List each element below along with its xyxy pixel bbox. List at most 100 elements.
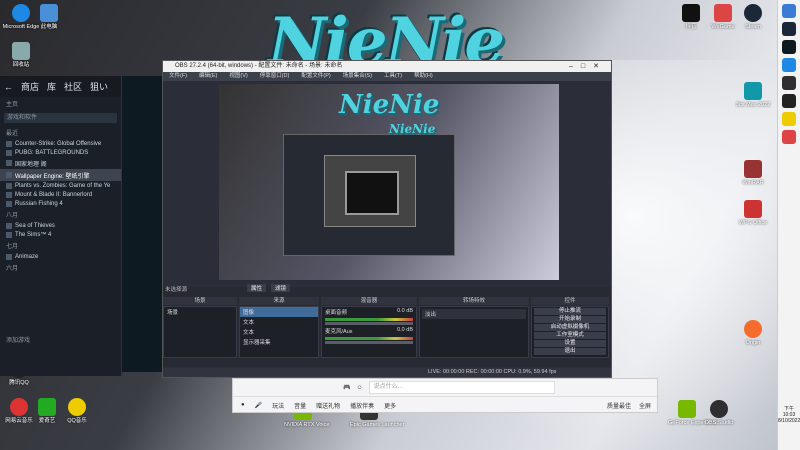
obs-window[interactable]: OBS 27.2.4 (64-bit, windows) - 配置文件: 未命名… xyxy=(162,60,612,378)
steam-tab-community[interactable]: 社区 xyxy=(64,80,82,93)
steam-tab-profile[interactable]: 狙い xyxy=(90,80,108,93)
menu-tools[interactable]: 工具(T) xyxy=(384,72,402,81)
gamepad-icon[interactable]: 🎮 xyxy=(343,384,350,391)
iqiyi-icon xyxy=(38,398,56,416)
desktop-icon-qq-music[interactable]: QQ音乐 xyxy=(58,398,96,424)
taskbar-obs-icon[interactable] xyxy=(782,76,796,90)
steam-tab-library[interactable]: 库 xyxy=(47,80,56,93)
obs-preview[interactable]: NieNie NieNie xyxy=(219,84,559,280)
back-icon[interactable]: ← xyxy=(4,82,13,92)
properties-button[interactable]: 属性 xyxy=(247,284,267,292)
steam-game-item[interactable]: Animaze xyxy=(0,252,121,261)
mixer-channel-desktop: 桌面音频 0.0 dB xyxy=(325,308,413,316)
window-controls[interactable]: –□✕ xyxy=(569,61,607,72)
desktop-icon-this-pc[interactable]: 此电脑 xyxy=(30,4,68,30)
virtual-camera-button[interactable]: 启动虚拟摄像机 xyxy=(534,324,606,331)
music-button[interactable]: 播放伴奏 xyxy=(350,401,374,410)
steam-window[interactable]: ← 商店 库 社区 狙い 主页 游戏和软件 最近 Counter-Strike:… xyxy=(0,76,122,376)
mic-icon[interactable]: 🎤 xyxy=(255,402,262,409)
menu-file[interactable]: 文件(F) xyxy=(169,72,187,81)
settings-button[interactable]: 设置 xyxy=(534,340,606,347)
obs-menubar: 文件(F) 编辑(E) 视图(V) 停靠窗口(D) 配置文件(P) 场景集合(S… xyxy=(163,72,611,81)
fullscreen-button[interactable]: 全屏 xyxy=(639,401,651,410)
menu-help[interactable]: 帮助(H) xyxy=(414,72,433,81)
taskbar-folder-icon[interactable] xyxy=(782,112,796,126)
transitions-dock: 淡出 xyxy=(419,306,529,358)
steam-search-input[interactable]: 游戏和软件 xyxy=(4,113,117,123)
mixer-dock: 桌面音频 0.0 dB 麦克风/Aux 0.0 dB xyxy=(321,306,417,358)
steam-game-item[interactable]: Counter-Strike: Global Offensive xyxy=(0,139,121,148)
source-item[interactable]: 文本 xyxy=(240,327,318,337)
desktop-icon-3ds-max[interactable]: 3ds Max 2022 xyxy=(734,82,772,108)
exit-button[interactable]: 退出 xyxy=(534,348,606,355)
qq-live-bar[interactable]: 🎮 ☺ 说点什么... ● 🎤 玩法 音量 赠送礼物 播放伴奏 更多 质量最佳 … xyxy=(232,378,658,413)
nested-logo: NieNie xyxy=(339,90,440,120)
3ds-max-icon xyxy=(744,82,762,100)
desktop-icon-winrar[interactable]: WinRAR xyxy=(734,160,772,186)
steam-game-item[interactable]: 国家地理 阁 xyxy=(0,157,121,169)
menu-view[interactable]: 视图(V) xyxy=(229,72,247,81)
desktop-icon-origin[interactable]: Origin xyxy=(734,320,772,346)
controls-dock: 停止推流 开始录制 启动虚拟摄像机 工作室模式 设置 退出 xyxy=(531,306,609,358)
wegame-icon xyxy=(714,4,732,22)
steam-section-recent: 最近 xyxy=(6,131,19,137)
obs-titlebar[interactable]: OBS 27.2.4 (64-bit, windows) - 配置文件: 未命名… xyxy=(163,61,611,72)
steam-section-jul: 七月 xyxy=(6,244,19,250)
steam-game-item[interactable]: Russian Fishing 4 xyxy=(0,199,121,208)
steam-game-item[interactable]: Wallpaper Engine: 壁纸引擎 xyxy=(0,169,121,181)
desktop-icon-obs[interactable]: OBS Studio xyxy=(700,400,738,426)
transition-select[interactable]: 淡出 xyxy=(422,309,526,319)
steam-game-item[interactable]: Mount & Blade II: Bannerlord xyxy=(0,190,121,199)
obs-docks: 未选择源 属性 滤镜 场景 场景 来源 图像 文本 文本 显示器采集 混音器 桌… xyxy=(163,284,611,367)
taskbar-clock[interactable]: 下午 10:03 8/10/2022 xyxy=(778,406,800,424)
desktop-icon-steam[interactable]: Steam xyxy=(734,4,772,30)
menu-docks[interactable]: 停靠窗口(D) xyxy=(260,72,290,81)
studio-mode-button[interactable]: 工作室模式 xyxy=(534,332,606,339)
preview-nested-obs-2 xyxy=(324,155,416,227)
steam-game-item[interactable]: PUBG: BATTLEGROUNDS xyxy=(0,148,121,157)
volume-button[interactable]: 音量 xyxy=(294,401,306,410)
source-item[interactable]: 显示器采集 xyxy=(240,337,318,347)
taskbar-wegame-icon[interactable] xyxy=(782,130,796,144)
menu-profile[interactable]: 配置文件(P) xyxy=(301,72,330,81)
desktop-icon-wps[interactable]: WPS Office xyxy=(734,200,772,226)
source-item[interactable]: 文本 xyxy=(240,317,318,327)
scenes-dock: 场景 xyxy=(163,306,237,358)
scene-item[interactable]: 场景 xyxy=(164,307,236,317)
gift-button[interactable]: 赠送礼物 xyxy=(316,401,340,410)
taskbar-lol-icon[interactable] xyxy=(782,40,796,54)
steam-home[interactable]: 主页 xyxy=(0,97,121,110)
recycle-bin-icon xyxy=(12,42,30,60)
game-icon xyxy=(6,200,12,207)
taskbar-edge-icon[interactable] xyxy=(782,58,796,72)
quality-button[interactable]: 质量最佳 xyxy=(607,401,631,410)
steam-tab-store[interactable]: 商店 xyxy=(21,80,39,93)
more-button[interactable]: 更多 xyxy=(384,401,396,410)
source-item[interactable]: 图像 xyxy=(240,307,318,317)
volume-slider[interactable] xyxy=(325,341,413,344)
start-icon[interactable] xyxy=(782,4,796,18)
steam-game-item[interactable]: Sea of Thieves xyxy=(0,221,121,230)
chat-input[interactable]: 说点什么... xyxy=(368,381,555,394)
taskbar-qq-icon[interactable] xyxy=(782,94,796,108)
toggle-switch[interactable]: ● xyxy=(241,402,245,408)
menu-edit[interactable]: 编辑(E) xyxy=(199,72,217,81)
steam-add-game-button[interactable]: 添加游戏 xyxy=(6,335,30,344)
preview-recursion-core xyxy=(345,171,399,215)
emoji-icon[interactable]: ☺ xyxy=(356,385,362,391)
obs-icon xyxy=(710,400,728,418)
desktop-icon-tiktok[interactable]: 抖音 xyxy=(672,4,710,30)
start-recording-button[interactable]: 开始录制 xyxy=(534,316,606,323)
volume-slider[interactable] xyxy=(325,322,413,325)
geforce-icon xyxy=(678,400,696,418)
steam-game-item[interactable]: Plants vs. Zombies: Game of the Ye xyxy=(0,181,121,190)
taskbar-steam-icon[interactable] xyxy=(782,22,796,36)
winrar-icon xyxy=(744,160,762,178)
menu-scene-collection[interactable]: 场景集合(S) xyxy=(343,72,372,81)
desktop-icon-recycle-bin[interactable]: 回收站 xyxy=(2,42,40,68)
steam-game-item[interactable]: The Sims™ 4 xyxy=(0,230,121,239)
filters-button[interactable]: 滤镜 xyxy=(271,284,291,292)
tiktok-icon xyxy=(682,4,700,22)
stop-streaming-button[interactable]: 停止推流 xyxy=(534,308,606,315)
gameplay-button[interactable]: 玩法 xyxy=(272,401,284,410)
